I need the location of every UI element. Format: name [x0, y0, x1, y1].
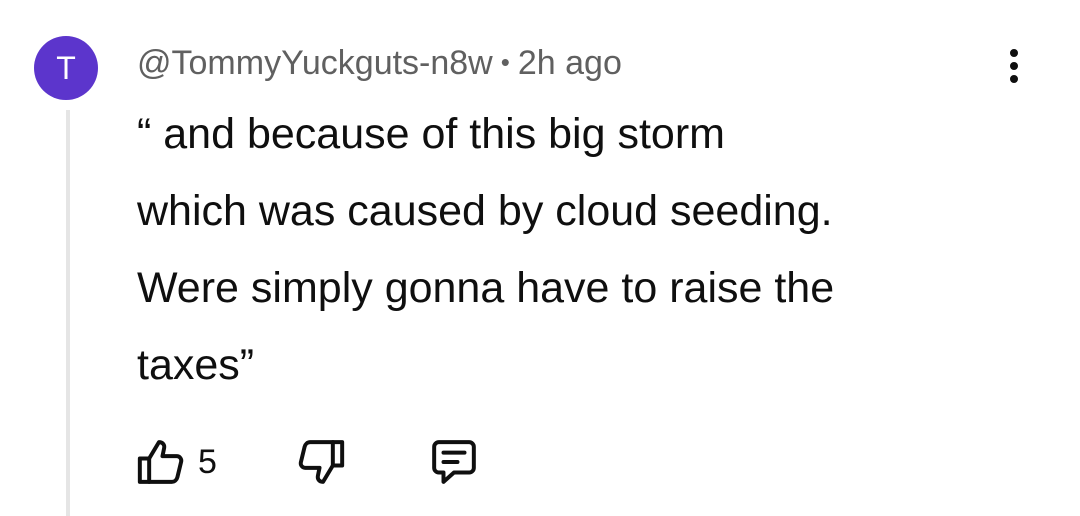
author-name[interactable]: @TommyYuckguts-n8w: [137, 44, 493, 82]
comment-text-line: which was caused by cloud seeding.: [137, 187, 833, 235]
meta-separator: •: [500, 47, 510, 77]
thread-line: [66, 110, 70, 516]
comment-text-line: “ and because of this big storm: [137, 110, 725, 158]
thumbs-up-icon: [134, 434, 190, 490]
reply-button[interactable]: [426, 432, 482, 492]
comment-card: T @TommyYuckguts-n8w • 2h ago “ and becaus…: [0, 0, 1080, 516]
comment-meta: @TommyYuckguts-n8w • 2h ago: [137, 42, 622, 83]
like-count: 5: [198, 442, 217, 481]
dislike-button[interactable]: [292, 432, 348, 492]
comment-text: “ and because of this big storm which wa…: [137, 96, 1017, 404]
more-vert-icon: [1010, 49, 1018, 57]
more-options-button[interactable]: [994, 40, 1034, 92]
avatar[interactable]: T: [34, 36, 98, 100]
comment-time: 2h ago: [517, 44, 622, 82]
comment-text-line: taxes”: [137, 341, 255, 389]
avatar-initial: T: [56, 50, 76, 86]
reply-comment-icon: [426, 434, 482, 490]
like-button[interactable]: 5: [134, 432, 217, 492]
comment-text-line: Were simply gonna have to raise the: [137, 264, 835, 312]
thumbs-down-icon: [292, 434, 348, 490]
